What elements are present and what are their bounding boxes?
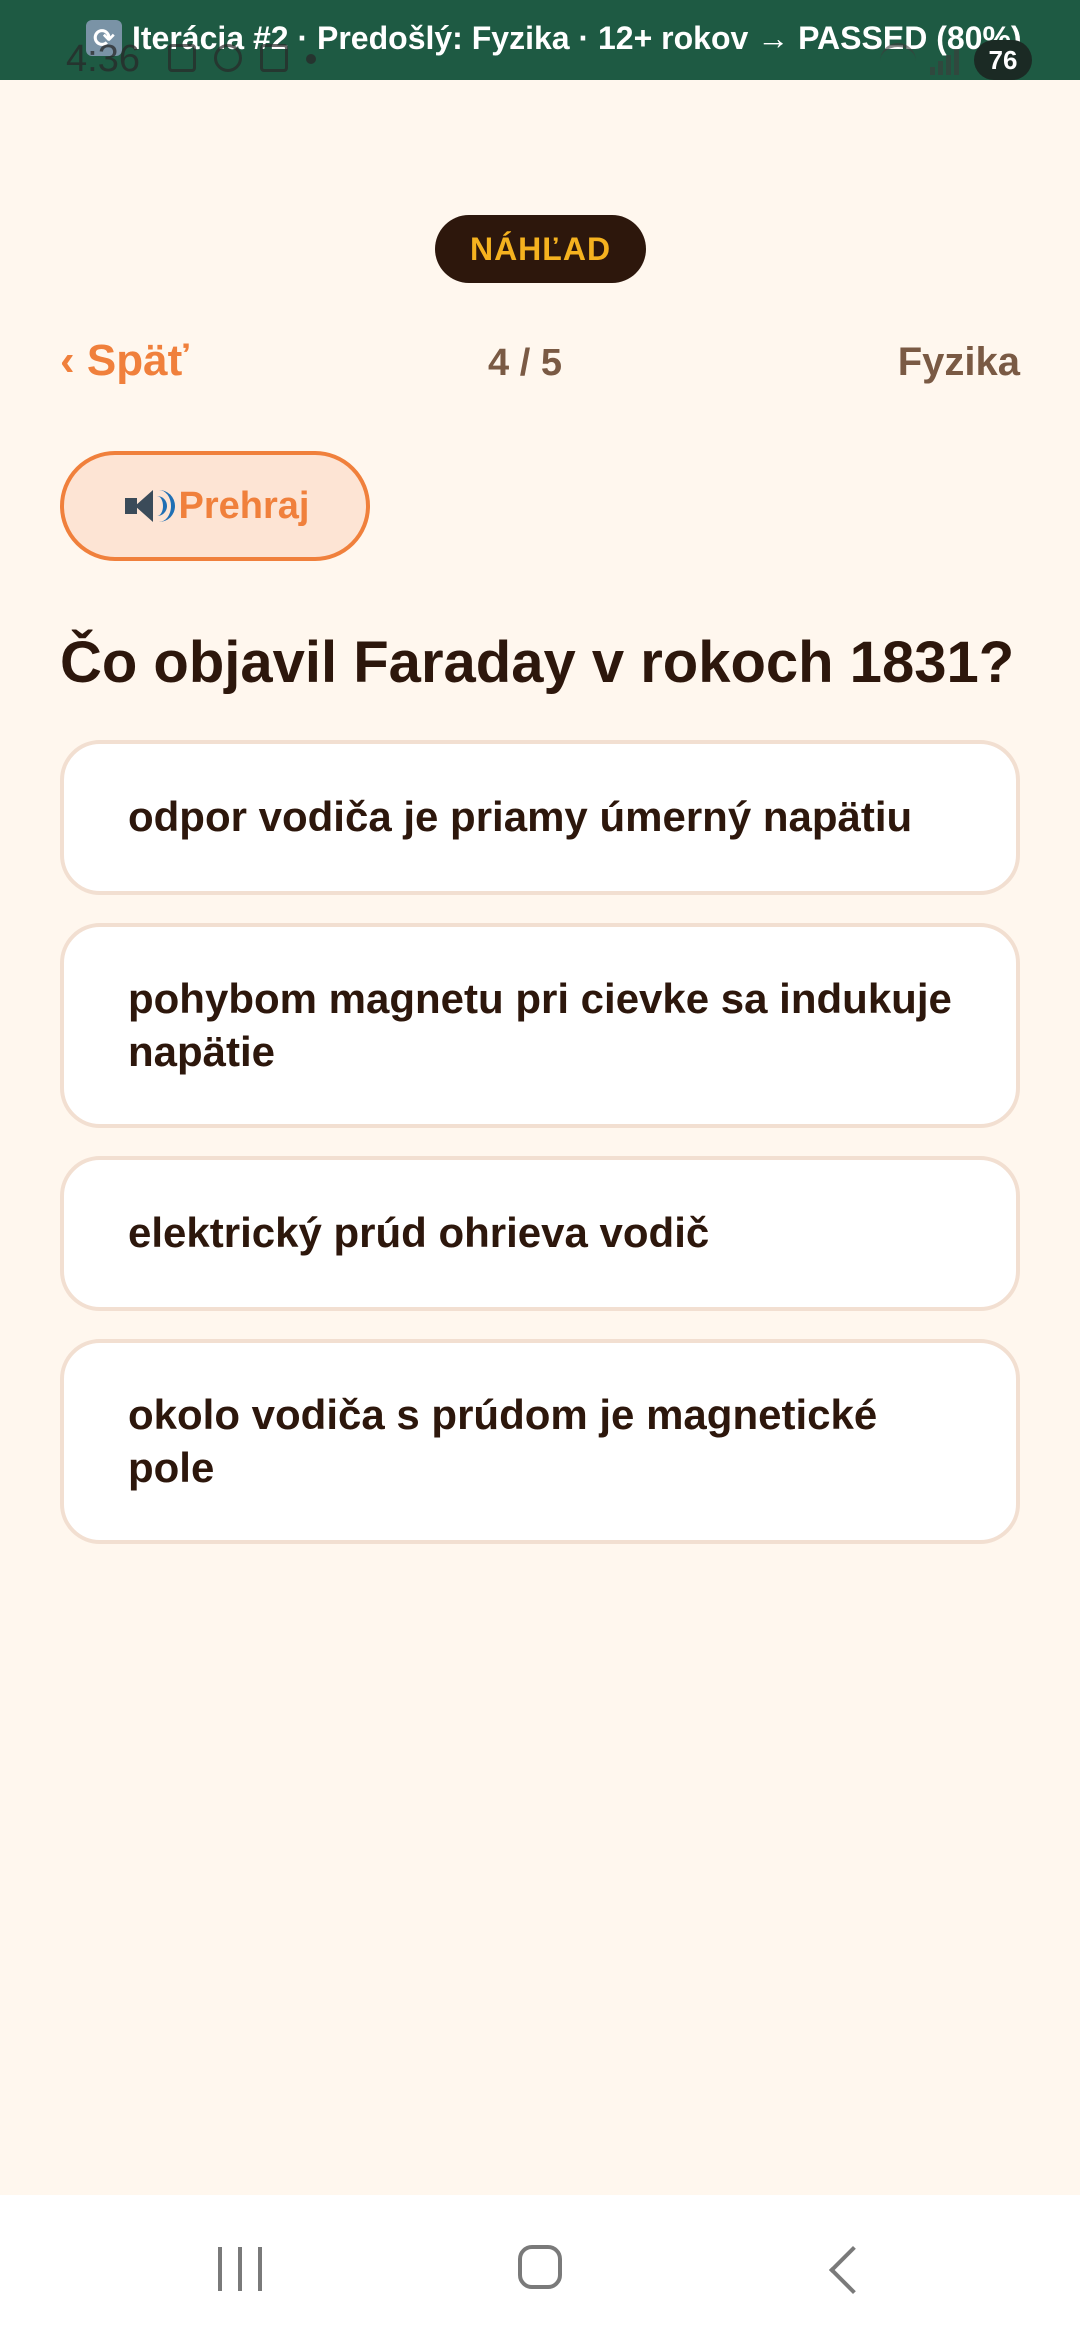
play-audio-button[interactable]: Prehraj	[60, 451, 370, 561]
question-title: Čo objavil Faraday v rokoch 1831?	[60, 630, 1015, 695]
subject-label: Fyzika	[897, 340, 1020, 384]
signal-icon	[930, 45, 960, 75]
recents-icon[interactable]	[218, 2247, 262, 2291]
play-button-label: Prehraj	[178, 484, 310, 527]
screenshot-icon	[168, 44, 196, 72]
home-icon[interactable]	[518, 2245, 562, 2289]
question-progress: 4 / 5	[488, 342, 562, 384]
system-nav-bar	[0, 2195, 1080, 2340]
battery-indicator: 76	[974, 40, 1032, 80]
wifi-icon	[880, 43, 916, 77]
status-right: 76	[880, 40, 1032, 80]
back-nav-icon[interactable]	[828, 2245, 878, 2295]
status-time: 4:36	[66, 38, 140, 80]
answer-option-2[interactable]: pohybom magnetu pri cievke sa indukuje n…	[60, 923, 1020, 1128]
answer-text: okolo vodiča s prúdom je magnetické pole	[128, 1391, 878, 1491]
preview-badge: NÁHĽAD	[435, 215, 646, 283]
answer-option-3[interactable]: elektrický prúd ohrieva vodič	[60, 1156, 1020, 1311]
do-not-disturb-icon	[214, 44, 242, 72]
iteration-banner: ⟳ Iterácia #2 · Predošlý: Fyzika · 12+ r…	[0, 0, 1080, 80]
answer-text: odpor vodiča je priamy úmerný napätiu	[128, 793, 913, 841]
status-icons	[168, 44, 316, 72]
answer-text: elektrický prúd ohrieva vodič	[128, 1209, 710, 1257]
answer-option-1[interactable]: odpor vodiča je priamy úmerný napätiu	[60, 740, 1020, 895]
answer-list: odpor vodiča je priamy úmerný napätiu po…	[60, 740, 1020, 1572]
speaker-icon	[121, 486, 175, 526]
answer-option-4[interactable]: okolo vodiča s prúdom je magnetické pole	[60, 1339, 1020, 1544]
answer-text: pohybom magnetu pri cievke sa indukuje n…	[128, 975, 952, 1075]
notification-dot-icon	[306, 54, 316, 64]
calendar-icon	[260, 44, 288, 72]
